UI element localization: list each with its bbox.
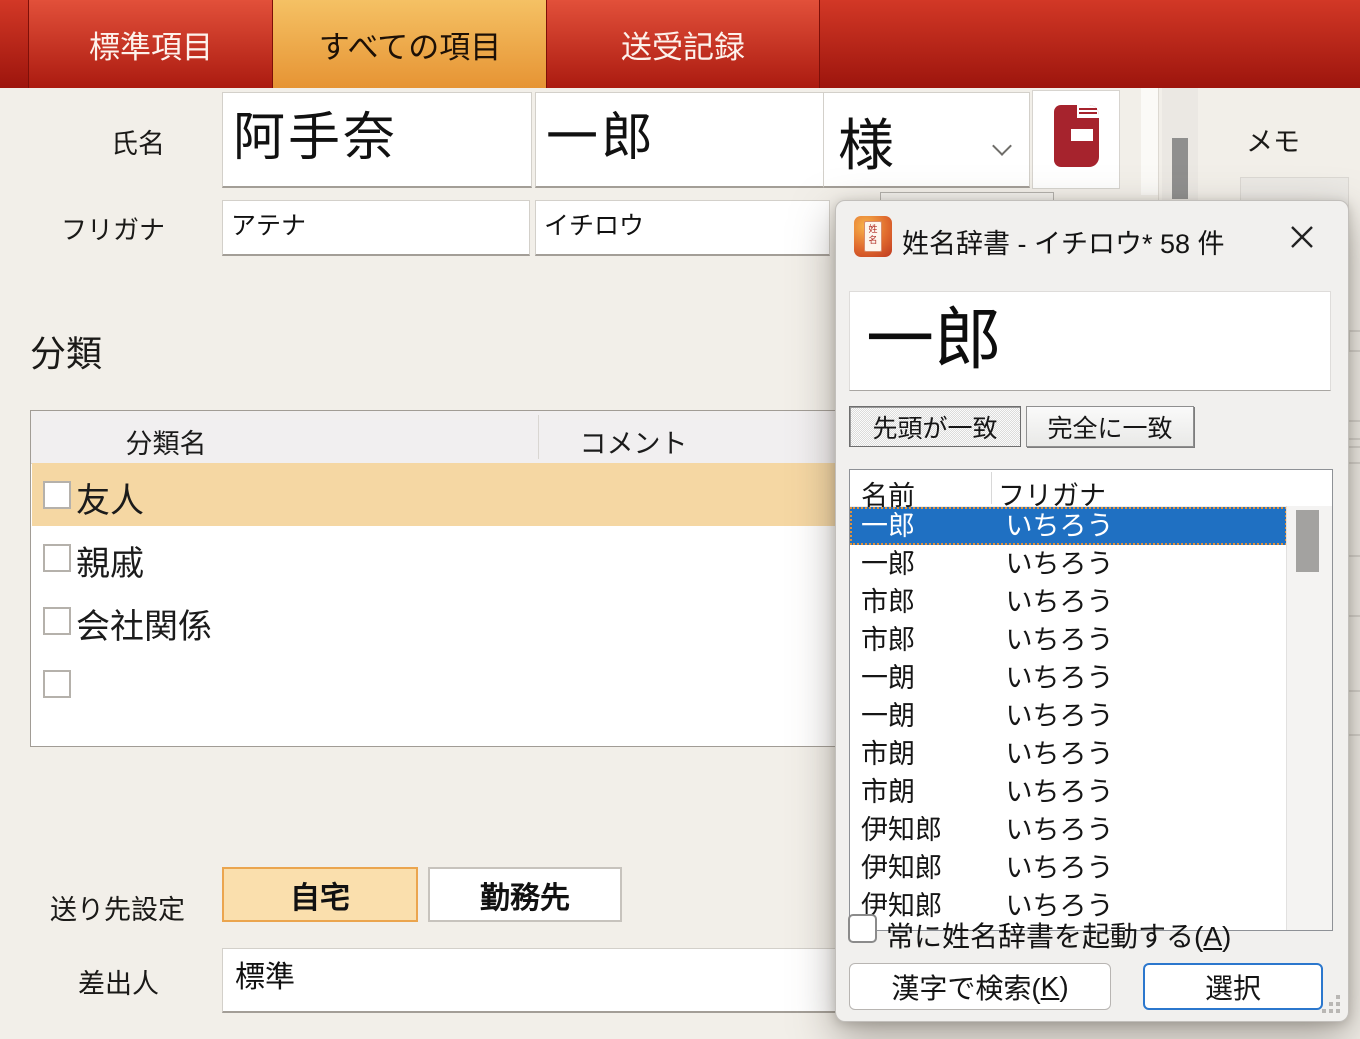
scrollbar-thumb[interactable] — [1172, 138, 1188, 199]
dictionary-rows: 一郎 いちろう 一郞 いちろう 市郎 いちろう 市郞 — [850, 507, 1287, 925]
destination-work-button[interactable]: 勤務先 — [428, 867, 622, 922]
name-dictionary-dialog: 姓名 姓名辞書 - イチロウ* 58 件 一郎 先頭が一致 完全に一致 名前 フ… — [835, 200, 1349, 1022]
dictionary-row-name: 一朗 — [850, 697, 986, 735]
dictionary-row-name: 一郞 — [850, 545, 986, 583]
app-window: 標準項目 すべての項目 送受記録 氏名 阿手奈 一郎 様 フリガナ アテナ イチ… — [0, 0, 1360, 1039]
list-scrollbar-thumb[interactable] — [1296, 510, 1319, 572]
dictionary-row-name: 市朗 — [850, 773, 986, 811]
dictionary-row[interactable]: 一郞 いちろう — [850, 545, 1287, 583]
close-icon[interactable] — [1284, 219, 1320, 255]
furigana-label: フリガナ — [30, 210, 165, 247]
query-input[interactable]: 一郎 — [849, 291, 1331, 391]
dictionary-list-header: 名前 フリガナ — [850, 470, 1332, 507]
dictionary-row-name: 市郞 — [850, 621, 986, 659]
dictionary-row[interactable]: 市郞 いちろう — [850, 621, 1287, 659]
name-dictionary-button[interactable] — [1032, 90, 1120, 189]
match-exact-button[interactable]: 完全に一致 — [1026, 406, 1194, 447]
destination-home-button[interactable]: 自宅 — [222, 867, 418, 922]
dictionary-row-kana: いちろう — [994, 545, 1114, 583]
category-comment-column-header: コメント — [561, 422, 706, 461]
sender-label: 差出人 — [78, 962, 159, 1001]
honorific-value: 様 — [838, 101, 894, 182]
dictionary-row[interactable]: 伊知郞 いちろう — [850, 849, 1287, 887]
column-divider — [991, 472, 992, 504]
dictionary-row-name: 伊知郞 — [850, 849, 986, 887]
dictionary-row[interactable]: 市朗 いちろう — [850, 773, 1287, 811]
dictionary-row-kana: いちろう — [994, 849, 1114, 887]
dictionary-row-kana: いちろう — [994, 697, 1114, 735]
category-checkbox[interactable] — [43, 670, 71, 698]
tab-item[interactable]: 標準項目 — [28, 0, 274, 88]
category-heading: 分類 — [30, 325, 102, 377]
honorific-combobox[interactable]: 様 — [823, 92, 1030, 188]
always-start-checkbox-label: 常に姓名辞書を起動する(A) — [886, 915, 1231, 955]
chevron-down-icon — [995, 137, 1011, 153]
dictionary-row-kana: いちろう — [994, 659, 1114, 697]
category-row-label: 親戚 — [76, 536, 144, 585]
dictionary-row[interactable]: 市朗 いちろう — [850, 735, 1287, 773]
category-checkbox[interactable] — [43, 544, 71, 572]
destination-label: 送り先設定 — [50, 888, 185, 927]
category-row-label: 会社関係 — [76, 599, 212, 648]
dictionary-row-kana: いちろう — [994, 583, 1114, 621]
dictionary-row[interactable]: 一郎 いちろう — [850, 507, 1287, 545]
dictionary-row[interactable]: 市郎 いちろう — [850, 583, 1287, 621]
category-checkbox[interactable] — [43, 481, 71, 509]
dialog-title: 姓名辞書 - イチロウ* 58 件 — [902, 222, 1225, 261]
panel-edge — [1141, 88, 1158, 195]
dictionary-row-kana: いちろう — [994, 621, 1114, 659]
tab-item[interactable]: 送受記録 — [546, 0, 820, 88]
category-name-column-header: 分類名 — [101, 422, 231, 461]
first-name-field[interactable]: 一郎 — [535, 92, 832, 188]
dictionary-row[interactable]: 伊知郎 いちろう — [850, 811, 1287, 849]
dictionary-row[interactable]: 一朗 いちろう — [850, 659, 1287, 697]
always-start-checkbox[interactable] — [848, 914, 877, 943]
column-divider — [538, 415, 539, 459]
app-icon-text: 姓名 — [864, 221, 882, 252]
dictionary-row-name: 一郎 — [850, 507, 986, 545]
resize-grip[interactable] — [1322, 995, 1340, 1013]
select-button[interactable]: 選択 — [1143, 963, 1323, 1010]
dictionary-row-name: 伊知郎 — [850, 811, 986, 849]
tab-bar: 標準項目 すべての項目 送受記録 — [0, 0, 1360, 88]
search-by-kanji-button[interactable]: 漢字で検索(K) — [849, 963, 1111, 1010]
name-label: 氏名 — [30, 122, 165, 161]
category-checkbox[interactable] — [43, 607, 71, 635]
name-dictionary-app-icon: 姓名 — [854, 216, 892, 257]
first-name-kana-field[interactable]: イチロウ — [535, 200, 830, 256]
dictionary-row-name: 一朗 — [850, 659, 986, 697]
category-row-label: 友人 — [76, 473, 144, 522]
dictionary-row-name: 市郎 — [850, 583, 986, 621]
match-prefix-button[interactable]: 先頭が一致 — [849, 406, 1021, 447]
tab-item[interactable]: すべての項目 — [272, 0, 548, 88]
memo-label: メモ — [1246, 120, 1300, 159]
book-icon — [1049, 102, 1103, 177]
list-scrollbar-track[interactable] — [1286, 506, 1332, 930]
dictionary-row-kana: いちろう — [994, 735, 1114, 773]
last-name-field[interactable]: 阿手奈 — [222, 92, 532, 188]
dictionary-row-kana: いちろう — [994, 507, 1114, 545]
dictionary-list: 名前 フリガナ 一郎 いちろう 一郞 いちろう — [849, 469, 1333, 931]
dictionary-row-kana: いちろう — [994, 773, 1114, 811]
last-name-kana-field[interactable]: アテナ — [222, 200, 530, 256]
dictionary-row[interactable]: 一朗 いちろう — [850, 697, 1287, 735]
dictionary-row-kana: いちろう — [994, 811, 1114, 849]
dictionary-row-name: 市朗 — [850, 735, 986, 773]
occluded-background-fragment — [1348, 330, 1360, 352]
